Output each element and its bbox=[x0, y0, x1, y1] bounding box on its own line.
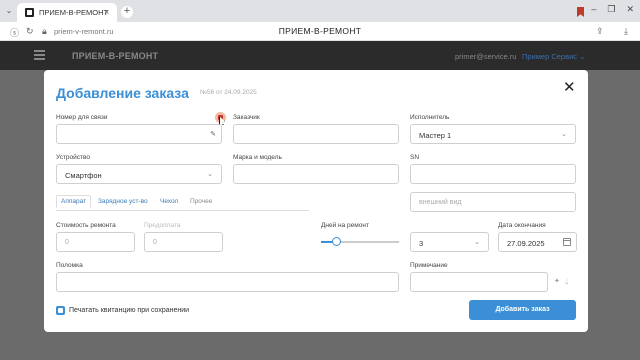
magic-icon[interactable]: ✦ bbox=[554, 277, 560, 285]
print-checkbox-label[interactable]: Печатать квитанцию при сохранении bbox=[69, 307, 189, 314]
minimize-icon[interactable]: – bbox=[591, 4, 596, 15]
modal-title: Добавление заказа bbox=[56, 85, 189, 101]
enddate-value: 27.09.2025 bbox=[507, 239, 545, 248]
browser-tabbar: ⌄ ПРИЕМ-В-РЕМОНТ × + – ❐ ✕ bbox=[0, 0, 640, 22]
customer-input[interactable] bbox=[233, 124, 399, 144]
brand-input[interactable] bbox=[233, 164, 399, 184]
device-select[interactable]: Смартфон ⌄ bbox=[56, 164, 222, 184]
cost-input[interactable]: 0 bbox=[56, 232, 135, 252]
fault-label: Поломка bbox=[56, 262, 83, 269]
tab-charger[interactable]: Зарядное уст-во bbox=[98, 198, 148, 205]
chevron-down-icon: ⌄ bbox=[207, 171, 213, 178]
calendar-icon[interactable] bbox=[563, 238, 571, 246]
tab-list-icon[interactable]: ⌄ bbox=[4, 6, 14, 16]
user-email[interactable]: primer@service.ru bbox=[455, 52, 516, 61]
cost-label: Стоимость ремонта bbox=[56, 222, 116, 229]
prepay-label: Предоплата bbox=[144, 222, 181, 229]
prepay-value: 0 bbox=[153, 239, 157, 246]
bookmark-icon[interactable] bbox=[577, 7, 584, 17]
browser-tab[interactable]: ПРИЕМ-В-РЕМОНТ × bbox=[17, 3, 117, 22]
close-icon[interactable]: ✕ bbox=[563, 78, 576, 96]
prepay-input[interactable]: 0 bbox=[144, 232, 223, 252]
days-select[interactable]: 3 ⌄ bbox=[410, 232, 489, 252]
chevron-down-icon: ⌄ bbox=[561, 131, 567, 138]
add-order-button[interactable]: Добавить заказ bbox=[469, 300, 576, 320]
tab-device[interactable]: Аппарат bbox=[56, 195, 92, 208]
executor-select[interactable]: Мастер 1 ⌄ bbox=[410, 124, 576, 144]
device-value: Смартфон bbox=[65, 171, 102, 180]
app-logo[interactable]: ПРИЕМ-В-РЕМОНТ bbox=[72, 51, 158, 61]
cost-value: 0 bbox=[65, 239, 69, 246]
customer-label: Заказчик bbox=[233, 114, 260, 121]
days-slider-thumb[interactable] bbox=[332, 237, 341, 246]
accessory-tabs: Аппарат Зарядное уст-во Чехол Прочее bbox=[56, 195, 309, 211]
executor-value: Мастер 1 bbox=[419, 131, 452, 140]
share-icon[interactable]: ⇪ bbox=[596, 26, 604, 37]
print-checkbox[interactable] bbox=[56, 306, 65, 315]
drop-icon[interactable]: 💧︎ bbox=[565, 276, 569, 287]
brand-label: Марка и модель bbox=[233, 154, 282, 161]
note-input[interactable] bbox=[410, 272, 548, 292]
device-label: Устройство bbox=[56, 154, 91, 161]
enddate-label: Дата окончания bbox=[498, 222, 546, 229]
site-favicon-icon bbox=[25, 8, 34, 17]
days-slider-fill bbox=[321, 241, 332, 243]
executor-label: Исполнитель bbox=[410, 114, 450, 121]
tab-case[interactable]: Чехол bbox=[160, 198, 178, 205]
note-label: Примечание bbox=[410, 262, 448, 269]
window-controls: – ❐ ✕ bbox=[591, 4, 634, 15]
organization-dropdown[interactable]: Пример Сервис ⌄ bbox=[522, 52, 585, 61]
days-label: Дней на ремонт bbox=[321, 222, 369, 229]
maximize-icon[interactable]: ❐ bbox=[607, 4, 615, 15]
sn-label: SN bbox=[410, 154, 420, 161]
enddate-input[interactable]: 27.09.2025 bbox=[498, 232, 577, 252]
days-value: 3 bbox=[419, 239, 424, 248]
tab-title: ПРИЕМ-В-РЕМОНТ bbox=[39, 8, 109, 17]
appearance-placeholder: внешний вид bbox=[419, 199, 462, 206]
tab-close-icon[interactable]: × bbox=[104, 7, 109, 17]
add-order-modal: Добавление заказа №56 от 24.09.2025 ✕ Но… bbox=[44, 70, 588, 332]
pencil-icon[interactable]: ✎ bbox=[210, 130, 216, 138]
menu-icon[interactable] bbox=[34, 50, 45, 60]
address-bar: ⓢ ↻ 🔒︎ priem-v-remont.ru ПРИЕМ-В-РЕМОНТ … bbox=[0, 22, 640, 41]
phone-input[interactable]: ✎ bbox=[56, 124, 222, 144]
order-number: №56 от 24.09.2025 bbox=[200, 89, 257, 96]
app-header: ПРИЕМ-В-РЕМОНТ primer@service.ru Пример … bbox=[0, 41, 640, 70]
appearance-input[interactable]: внешний вид bbox=[410, 192, 576, 212]
chevron-down-icon: ⌄ bbox=[474, 239, 480, 246]
window-close-icon[interactable]: ✕ bbox=[626, 4, 634, 15]
page-title: ПРИЕМ-В-РЕМОНТ bbox=[278, 26, 362, 36]
fault-input[interactable] bbox=[56, 272, 399, 292]
phone-label: Номер для связи bbox=[56, 114, 108, 121]
new-tab-button[interactable]: + bbox=[121, 6, 133, 18]
sn-input[interactable] bbox=[410, 164, 576, 184]
download-icon[interactable]: ⤓ bbox=[624, 26, 628, 37]
tab-other[interactable]: Прочее bbox=[190, 198, 212, 205]
